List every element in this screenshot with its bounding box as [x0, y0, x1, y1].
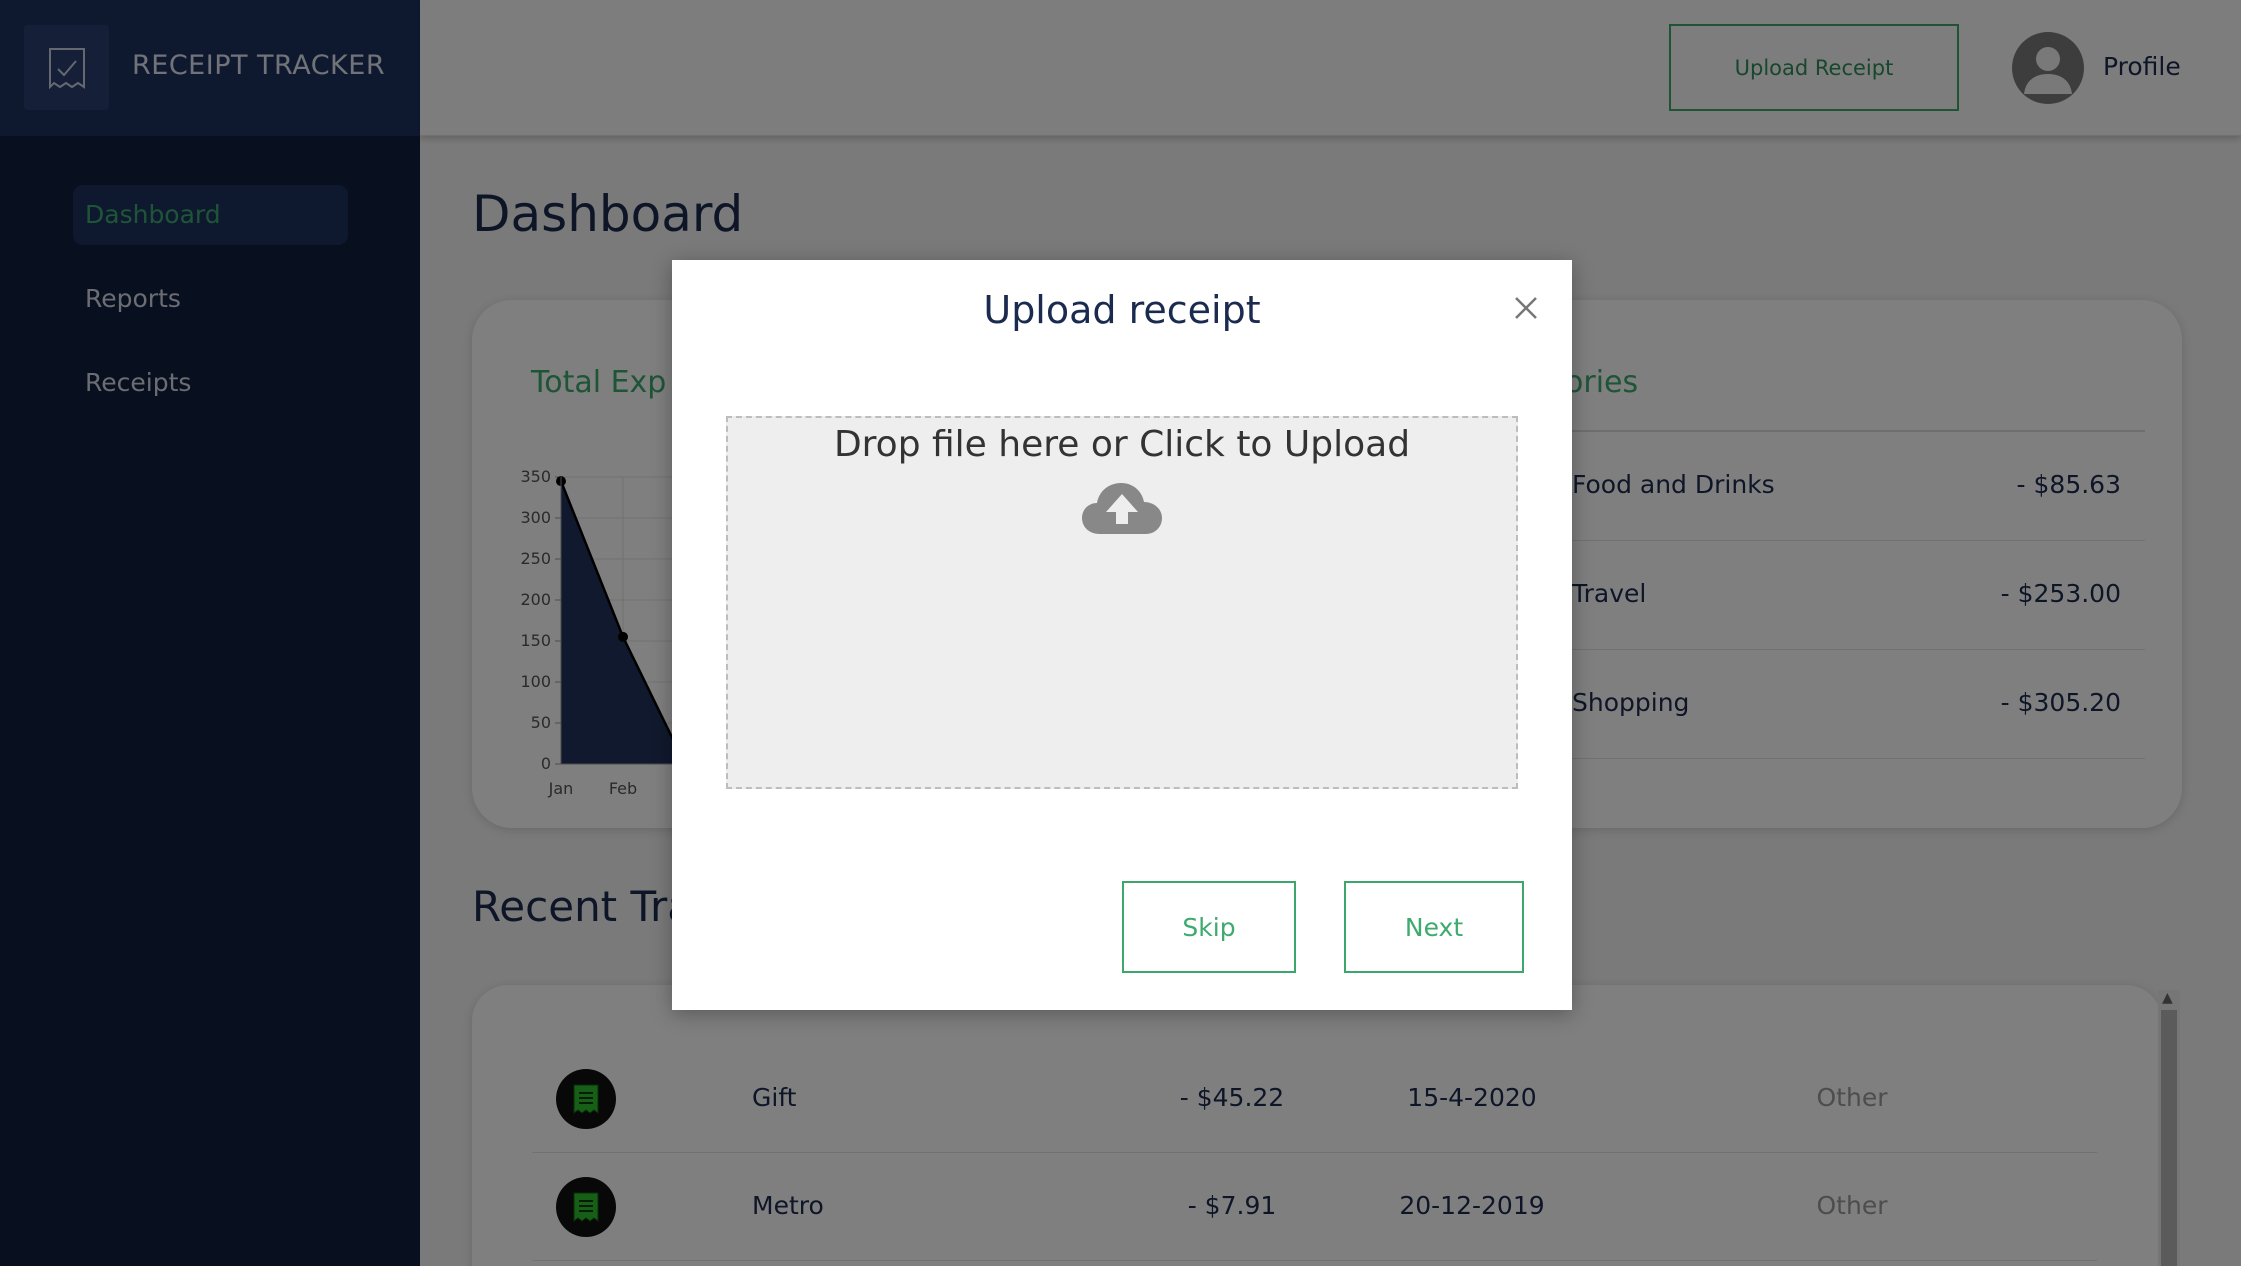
dropzone-text: Drop file here or Click to Upload [833, 424, 1411, 465]
close-icon[interactable] [1508, 290, 1544, 326]
file-dropzone[interactable]: Drop file here or Click to Upload [726, 416, 1518, 789]
skip-button[interactable]: Skip [1122, 881, 1296, 973]
upload-receipt-modal: Upload receipt Drop file here or Click t… [672, 260, 1572, 1010]
next-button[interactable]: Next [1344, 881, 1524, 973]
cloud-upload-icon [1082, 480, 1162, 540]
modal-title: Upload receipt [983, 288, 1261, 332]
